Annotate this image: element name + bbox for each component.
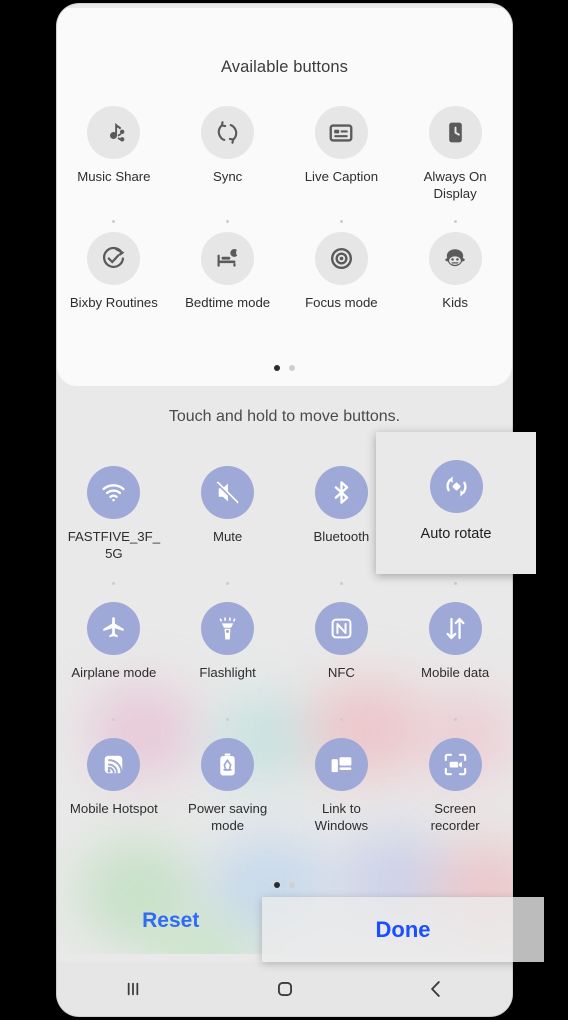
pager-dot-active[interactable] bbox=[274, 882, 280, 888]
active-buttons-pager[interactable] bbox=[57, 882, 512, 888]
available-button-label: Sync bbox=[212, 169, 243, 184]
active-button-screen-recorder[interactable]: Screen recorder bbox=[398, 738, 512, 834]
mobile-data-icon bbox=[428, 602, 482, 655]
available-button-bedtime-mode[interactable]: Bedtime mode bbox=[171, 232, 285, 311]
auto-rotate-icon bbox=[429, 460, 483, 513]
available-button-label: Kids bbox=[442, 295, 468, 310]
bedtime-mode-icon bbox=[201, 232, 255, 285]
screen-recorder-icon bbox=[428, 738, 482, 791]
available-buttons-title: Available buttons bbox=[220, 58, 349, 76]
navigation-bar bbox=[57, 962, 512, 1016]
active-button-label: FASTFIVE_3F_5G bbox=[67, 529, 161, 561]
active-button-power-saving-mode[interactable]: Power saving mode bbox=[171, 738, 285, 834]
always-on-display-icon bbox=[428, 106, 482, 159]
flashlight-icon bbox=[201, 602, 255, 655]
available-button-focus-mode[interactable]: Focus mode bbox=[285, 232, 399, 311]
available-button-bixby-routines[interactable]: Bixby Routines bbox=[57, 232, 171, 311]
done-button[interactable]: Done bbox=[376, 917, 431, 943]
active-button-airplane-mode[interactable]: Airplane mode bbox=[57, 602, 171, 681]
pager-dot-active[interactable] bbox=[274, 365, 280, 371]
airplane-mode-icon bbox=[87, 602, 141, 655]
pager-dot[interactable] bbox=[289, 882, 295, 888]
nfc-icon bbox=[314, 602, 368, 655]
available-buttons-row-2: Bixby Routines Bedtime mode Focus mode K… bbox=[57, 232, 512, 311]
mute-icon bbox=[201, 466, 255, 519]
available-button-label: Bixby Routines bbox=[69, 295, 158, 310]
drop-target-dots-row-1 bbox=[57, 220, 512, 224]
active-button-link-to-windows[interactable]: Link to Windows bbox=[285, 738, 399, 834]
available-button-label: Music Share bbox=[77, 169, 151, 184]
available-button-label: Bedtime mode bbox=[185, 295, 271, 310]
back-icon bbox=[431, 981, 440, 997]
bluetooth-icon bbox=[314, 466, 368, 519]
active-button-mute[interactable]: Mute bbox=[171, 466, 285, 562]
pager-dot[interactable] bbox=[289, 365, 295, 371]
available-button-label: Focus mode bbox=[305, 295, 378, 310]
drop-target-dots-row-2 bbox=[57, 582, 512, 586]
done-button-card[interactable]: Done bbox=[262, 897, 544, 962]
recents-button[interactable] bbox=[57, 962, 209, 1016]
available-button-label: Always On Display bbox=[423, 169, 487, 201]
dragged-button-label: Auto rotate bbox=[420, 526, 492, 542]
move-buttons-hint: Touch and hold to move buttons. bbox=[168, 408, 401, 425]
active-buttons-row-2: Airplane mode Flashlight NFC Mobile data bbox=[57, 602, 512, 681]
kids-icon bbox=[428, 232, 482, 285]
active-button-label: NFC bbox=[327, 665, 355, 680]
live-caption-icon bbox=[314, 106, 368, 159]
reset-button[interactable]: Reset bbox=[57, 909, 285, 933]
music-share-icon bbox=[87, 106, 141, 159]
available-buttons-row-1: Music Share Sync Live Caption Always On … bbox=[57, 106, 512, 202]
drop-target-dots-row-3 bbox=[57, 718, 512, 722]
active-button-label: Bluetooth bbox=[313, 529, 370, 544]
active-button-wifi[interactable]: FASTFIVE_3F_5G bbox=[57, 466, 171, 562]
available-button-live-caption[interactable]: Live Caption bbox=[285, 106, 399, 202]
active-button-mobile-hotspot[interactable]: Mobile Hotspot bbox=[57, 738, 171, 834]
available-buttons-card: Available buttons Music Share Sync Live … bbox=[57, 8, 512, 386]
active-button-label: Mobile Hotspot bbox=[69, 801, 158, 816]
available-buttons-pager[interactable] bbox=[57, 365, 512, 371]
active-button-label: Power saving mode bbox=[188, 801, 268, 833]
available-button-always-on-display[interactable]: Always On Display bbox=[398, 106, 512, 202]
link-to-windows-icon bbox=[314, 738, 368, 791]
sync-icon bbox=[201, 106, 255, 159]
active-button-mobile-data[interactable]: Mobile data bbox=[398, 602, 512, 681]
active-button-label: Mute bbox=[212, 529, 243, 544]
active-button-label: Flashlight bbox=[199, 665, 256, 680]
active-button-flashlight[interactable]: Flashlight bbox=[171, 602, 285, 681]
home-icon bbox=[277, 982, 292, 996]
active-button-label: Airplane mode bbox=[71, 665, 157, 680]
bixby-routines-icon bbox=[87, 232, 141, 285]
active-button-label: Mobile data bbox=[421, 665, 490, 680]
wifi-icon bbox=[87, 466, 141, 519]
active-button-label: Link to Windows bbox=[314, 801, 369, 833]
power-saving-mode-icon bbox=[201, 738, 255, 791]
active-button-label: Screen recorder bbox=[430, 801, 480, 833]
home-button[interactable] bbox=[209, 962, 361, 1016]
back-button[interactable] bbox=[360, 962, 512, 1016]
available-button-kids[interactable]: Kids bbox=[398, 232, 512, 311]
focus-mode-icon bbox=[314, 232, 368, 285]
recents-icon bbox=[127, 982, 139, 996]
dragged-button-card-auto-rotate[interactable]: Auto rotate bbox=[376, 432, 536, 574]
active-buttons-row-3: Mobile Hotspot Power saving mode Link to… bbox=[57, 738, 512, 834]
mobile-hotspot-icon bbox=[87, 738, 141, 791]
available-button-music-share[interactable]: Music Share bbox=[57, 106, 171, 202]
active-button-nfc[interactable]: NFC bbox=[285, 602, 399, 681]
available-button-label: Live Caption bbox=[304, 169, 379, 184]
available-button-sync[interactable]: Sync bbox=[171, 106, 285, 202]
